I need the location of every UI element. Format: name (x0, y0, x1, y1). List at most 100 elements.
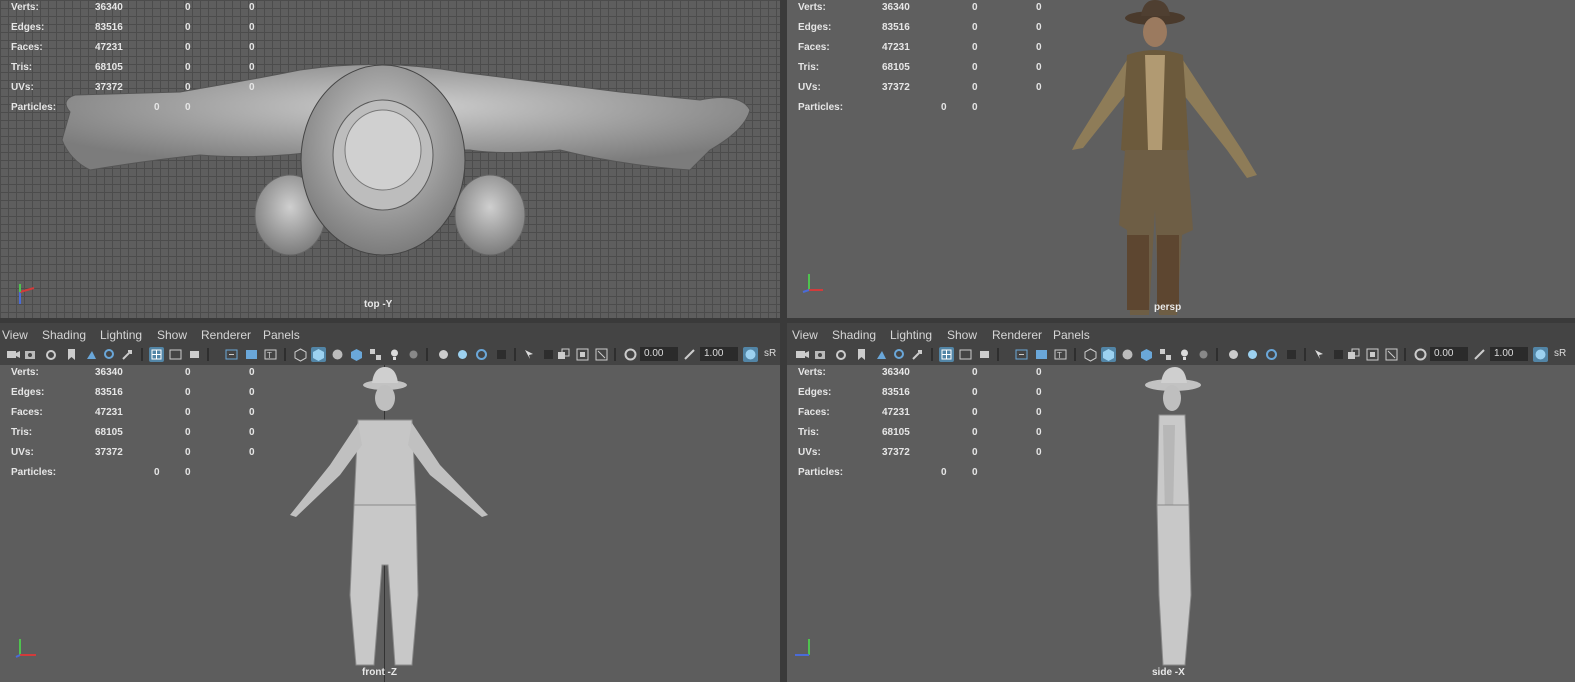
motion-blur-icon[interactable] (455, 347, 470, 362)
safe-action-icon[interactable] (977, 347, 992, 362)
stat-value: 0 (185, 22, 191, 33)
gamma-field[interactable]: 1.00 (700, 347, 738, 361)
viewport-side-panel[interactable]: View Shading Lighting Show Renderer Pane… (787, 323, 1575, 682)
toolbar-separator (931, 348, 933, 361)
camera-icon[interactable] (795, 347, 810, 362)
checker-icon[interactable] (1158, 347, 1173, 362)
wireframe-icon[interactable] (293, 347, 308, 362)
bookmark-icon[interactable] (834, 347, 849, 362)
viewport-persp[interactable]: Verts: 36340 0 0 Edges: 83516 0 0 Faces: 47231 0… (787, 0, 1575, 318)
menu-renderer[interactable]: Renderer (992, 328, 1042, 342)
image-icon[interactable] (1034, 347, 1049, 362)
wireframe-grid-icon[interactable] (939, 347, 954, 362)
text-overlay-icon[interactable]: T (1053, 347, 1068, 362)
safe-title-icon[interactable] (1014, 347, 1029, 362)
text-overlay-icon[interactable]: T (263, 347, 278, 362)
lights-icon[interactable] (387, 347, 402, 362)
resolution-gate-icon[interactable] (910, 347, 925, 362)
default-material-icon[interactable] (330, 347, 345, 362)
default-material-icon[interactable] (1120, 347, 1135, 362)
image-plane-icon[interactable] (854, 347, 869, 362)
viewport-front[interactable]: Verts: 36340 0 0 Edges: 83516 0 0 Faces: 47231 0… (0, 365, 780, 682)
grid-icon[interactable] (84, 347, 99, 362)
gamma-icon[interactable] (1472, 347, 1487, 362)
camera-attr-icon[interactable] (24, 347, 39, 362)
xray-joints-icon[interactable] (1346, 347, 1361, 362)
xray-active-icon[interactable] (575, 347, 590, 362)
color-space-badge[interactable]: sR (1552, 347, 1570, 361)
exposure-icon[interactable] (623, 347, 638, 362)
gamma-icon[interactable] (682, 347, 697, 362)
smooth-shade-icon[interactable] (1101, 347, 1116, 362)
exposure-field[interactable]: 0.00 (1430, 347, 1468, 361)
safe-title-icon[interactable] (224, 347, 239, 362)
wireframe-grid-icon[interactable] (149, 347, 164, 362)
bookmark-icon[interactable] (44, 347, 59, 362)
viewport-side[interactable]: Verts: 36340 0 0 Edges: 83516 0 0 Faces: 47231 0… (787, 365, 1575, 682)
wireframe-icon[interactable] (1083, 347, 1098, 362)
resolution-gate-icon[interactable] (120, 347, 135, 362)
camera-label: front -Z (362, 667, 397, 678)
menu-renderer[interactable]: Renderer (201, 328, 251, 342)
color-manage-icon[interactable] (743, 347, 758, 362)
viewport-persp-panel[interactable]: Verts: 36340 0 0 Edges: 83516 0 0 Faces: 47231 0… (787, 0, 1575, 318)
camera-icon[interactable] (6, 347, 21, 362)
motion-blur-icon[interactable] (1245, 347, 1260, 362)
viewport-top[interactable]: Verts: 36340 0 0 Edges: 83516 0 0 Faces: 47231 0… (0, 0, 780, 318)
checker-icon[interactable] (368, 347, 383, 362)
viewport-top-panel[interactable]: Verts: 36340 0 0 Edges: 83516 0 0 Faces: 47231 0… (0, 0, 780, 318)
xray-active-icon[interactable] (1365, 347, 1380, 362)
textured-icon[interactable] (349, 347, 364, 362)
menu-panels[interactable]: Panels (263, 328, 300, 342)
menu-shading[interactable]: Shading (42, 328, 86, 342)
toolbar-separator (1216, 348, 1218, 361)
ambient-occlusion-icon[interactable] (436, 347, 451, 362)
menu-show[interactable]: Show (157, 328, 187, 342)
xray-icon[interactable] (541, 347, 556, 362)
resize-icon[interactable] (1384, 347, 1399, 362)
stat-value: 37372 (95, 82, 123, 93)
menu-lighting[interactable]: Lighting (100, 328, 142, 342)
field-chart-icon[interactable] (168, 347, 183, 362)
film-gate-icon[interactable] (102, 347, 117, 362)
textured-icon[interactable] (1139, 347, 1154, 362)
color-manage-icon[interactable] (1533, 347, 1548, 362)
stat-value: 0 (154, 102, 160, 113)
camera-attr-icon[interactable] (814, 347, 829, 362)
shadows-icon[interactable] (406, 347, 421, 362)
menu-view[interactable]: View (2, 328, 28, 342)
exposure-icon[interactable] (1413, 347, 1428, 362)
ambient-occlusion-icon[interactable] (1226, 347, 1241, 362)
viewport-front-panel[interactable]: View Shading Lighting Show Renderer Pane… (0, 323, 780, 682)
safe-action-icon[interactable] (187, 347, 202, 362)
lights-icon[interactable] (1177, 347, 1192, 362)
menu-lighting[interactable]: Lighting (890, 328, 932, 342)
gamma-field[interactable]: 1.00 (1490, 347, 1528, 361)
isolate-icon[interactable] (494, 347, 509, 362)
isolate-icon[interactable] (1284, 347, 1299, 362)
field-chart-icon[interactable] (958, 347, 973, 362)
anti-alias-icon[interactable] (474, 347, 489, 362)
menu-view[interactable]: View (792, 328, 818, 342)
grid-icon[interactable] (874, 347, 889, 362)
exposure-field[interactable]: 0.00 (640, 347, 678, 361)
select-camera-icon[interactable] (1312, 347, 1327, 362)
anti-alias-icon[interactable] (1264, 347, 1279, 362)
menu-shading[interactable]: Shading (832, 328, 876, 342)
stat-label: UVs: (798, 82, 821, 93)
pane-divider-vertical[interactable] (780, 0, 787, 682)
pane-divider-horizontal[interactable] (0, 318, 1575, 323)
toolbar-separator (284, 348, 286, 361)
image-icon[interactable] (244, 347, 259, 362)
shadows-icon[interactable] (1196, 347, 1211, 362)
smooth-shade-icon[interactable] (311, 347, 326, 362)
image-plane-icon[interactable] (64, 347, 79, 362)
xray-joints-icon[interactable] (556, 347, 571, 362)
resize-icon[interactable] (594, 347, 609, 362)
menu-panels[interactable]: Panels (1053, 328, 1090, 342)
color-space-badge[interactable]: sR (762, 347, 780, 361)
menu-show[interactable]: Show (947, 328, 977, 342)
select-camera-icon[interactable] (522, 347, 537, 362)
xray-icon[interactable] (1331, 347, 1346, 362)
film-gate-icon[interactable] (892, 347, 907, 362)
